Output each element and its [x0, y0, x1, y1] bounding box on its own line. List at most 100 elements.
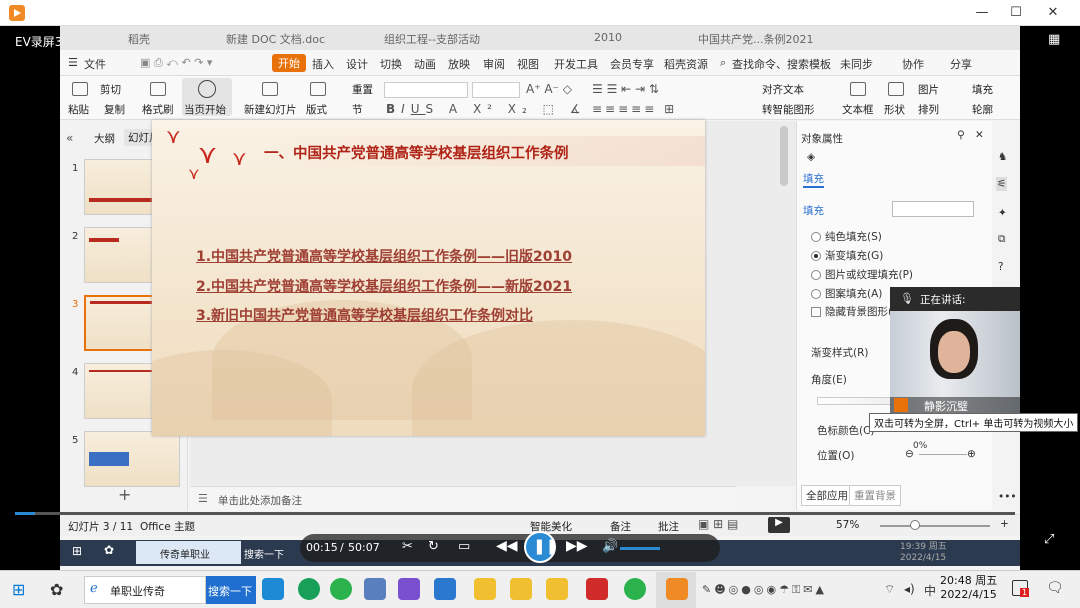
fill-option-solid[interactable]: 纯色填充(S) [811, 229, 882, 244]
tab-member[interactable]: 会员专享 [610, 56, 654, 72]
help-icon[interactable]: ? [998, 261, 1004, 273]
notes-area[interactable]: ☰ 单击此处添加备注 [190, 486, 736, 511]
notes-placeholder[interactable]: 单击此处添加备注 [218, 493, 302, 508]
doc-tab[interactable]: 新建 DOC 文档.doc [220, 29, 331, 49]
fill-dropdown[interactable] [892, 201, 974, 217]
doc-tab[interactable]: 2010 [588, 29, 628, 49]
notes-button[interactable]: 备注 [610, 519, 631, 534]
zoom-level[interactable]: 57% [836, 519, 859, 531]
tab-insert[interactable]: 插入 [312, 56, 334, 72]
minimize-button[interactable]: — [965, 3, 999, 23]
share-button[interactable]: 分享 [950, 56, 972, 72]
tab-outline[interactable]: 大纲 [94, 131, 115, 146]
tab-review[interactable]: 审阅 [483, 56, 505, 72]
maximize-button[interactable]: ☐ [999, 3, 1033, 23]
volume-icon[interactable]: 🔊 [602, 539, 618, 554]
reset-button[interactable]: 重置 [352, 82, 373, 97]
position-slider[interactable] [919, 454, 967, 455]
close-panel-icon[interactable]: ✕ [975, 129, 984, 141]
sync-status[interactable]: 未同步 [840, 56, 873, 72]
list-icons[interactable]: ☰ ☰ ⇤ ⇥ ⇅ [592, 82, 659, 96]
shape-button[interactable]: 形状 [884, 102, 905, 117]
fill-option-picture[interactable]: 图片或纹理填充(P) [811, 267, 913, 282]
fill-button[interactable]: 填充 [972, 82, 993, 97]
taskbar-icon[interactable] [298, 578, 320, 600]
fill-section-header[interactable]: 填充 [803, 203, 824, 218]
reset-background-button[interactable]: 重置背景 [849, 485, 901, 506]
current-slide[interactable]: ⋎ ⋎ ⋎ ⋎ 一、中国共产党普通高等学校基层组织工作条例 1.中国共产党普通高… [152, 120, 705, 436]
volume-slider[interactable] [620, 547, 660, 550]
fast-forward-button[interactable]: ▶▶ [566, 538, 588, 554]
textbox-button[interactable]: 文本框 [842, 102, 874, 117]
apply-all-button[interactable]: 全部应用 [801, 485, 853, 506]
smart-shape-button[interactable]: 转智能图形 [762, 102, 815, 117]
zoom-slider-thumb[interactable] [910, 520, 920, 530]
tab-view[interactable]: 视图 [517, 56, 539, 72]
comments-button[interactable]: 批注 [658, 519, 679, 534]
taskbar-clock[interactable]: 20:48 周五 2022/4/15 [940, 574, 997, 602]
speaker-icon[interactable]: ◂) [904, 582, 915, 596]
add-slide-icon[interactable]: + [118, 485, 131, 504]
vertical-scrollbar[interactable] [780, 126, 788, 186]
paste-button[interactable]: 粘贴 [68, 102, 89, 117]
app-launcher-icon[interactable]: ✿ [50, 580, 63, 599]
new-slide-button[interactable]: 新建幻灯片 [244, 102, 297, 117]
taskbar-icon[interactable] [262, 578, 284, 600]
properties-icon[interactable]: ⚟ [996, 177, 1008, 191]
section-button[interactable]: 节 [352, 102, 363, 117]
fill-option-pattern[interactable]: 图案填充(A) [811, 286, 882, 301]
tab-home[interactable]: 开始 [272, 54, 306, 72]
font-size-icons[interactable]: A⁺ A⁻ ◇ [526, 82, 572, 96]
screen-icon[interactable]: ▭ [458, 539, 470, 554]
copy-button[interactable]: 复制 [104, 102, 125, 117]
slideshow-button[interactable]: ▶ [768, 517, 790, 533]
collab-button[interactable]: 协作 [902, 56, 924, 72]
wechat-icon[interactable] [624, 578, 646, 600]
doc-tab[interactable]: 中国共产党...条例2021 [692, 29, 819, 49]
style-icon[interactable]: ♞ [998, 151, 1007, 163]
action-center-icon[interactable]: 🗨 [1046, 580, 1064, 596]
tab-developer[interactable]: 开发工具 [554, 56, 598, 72]
cut-button[interactable]: 剪切 [100, 82, 121, 97]
wifi-icon[interactable]: ⌔ [884, 582, 895, 597]
grid-toggle-icon[interactable]: ▦ [1048, 32, 1060, 47]
tab-design[interactable]: 设计 [346, 56, 368, 72]
start-icon[interactable]: ⊞ [12, 580, 25, 599]
pin-panel-icon[interactable]: ⚲ [957, 129, 965, 141]
folder-icon[interactable] [510, 578, 532, 600]
expand-icon[interactable]: ⤢ [1044, 532, 1054, 547]
tab-transition[interactable]: 切换 [380, 56, 402, 72]
align-text-button[interactable]: 对齐文本 [762, 82, 804, 97]
zoom-in-icon[interactable]: + [1000, 518, 1009, 530]
taskbar-search-button[interactable]: 搜索一下 [208, 583, 252, 599]
font-size-select[interactable] [472, 82, 520, 98]
quick-access-icons[interactable]: ▣ ⎙ ⤺ ↶ ↷ ▾ [140, 56, 212, 70]
taskbar-icon[interactable] [398, 578, 420, 600]
tab-file[interactable]: 文件 [84, 56, 106, 72]
view-mode-icons[interactable]: ▣ ⊞ ▤ [698, 517, 738, 531]
clip-icon[interactable]: ✂ [402, 539, 413, 554]
system-tray-icons[interactable]: ✎☻◎●◎◉☂⚿✉▲ [702, 583, 827, 597]
format-painter-button[interactable]: 格式刷 [142, 102, 174, 117]
collapse-panel-icon[interactable]: « [66, 131, 73, 145]
transition-icon[interactable]: ⧉ [998, 233, 1006, 246]
more-icon[interactable]: ••• [998, 491, 1017, 503]
fill-option-gradient[interactable]: 渐变填充(G) [811, 248, 883, 263]
text-format-icons[interactable]: BIUS A X² X₂ ⬚ ∡ [386, 102, 587, 116]
taskbar-icon[interactable] [364, 578, 386, 600]
tab-docer[interactable]: 稻壳资源 [664, 56, 708, 72]
layout-button[interactable]: 版式 [306, 102, 327, 117]
picture-button[interactable]: 图片 [918, 82, 939, 97]
video-progress-bar[interactable] [15, 512, 1015, 515]
slide-thumbnail[interactable] [84, 431, 180, 487]
folder-icon[interactable] [546, 578, 568, 600]
input-method[interactable]: 中 [924, 582, 936, 599]
zoom-slider[interactable] [880, 525, 990, 527]
animation-icon[interactable]: ✦ [998, 207, 1007, 219]
play-from-current-button[interactable]: 当页开始 [184, 102, 226, 117]
close-button[interactable]: ✕ [1036, 3, 1070, 23]
tab-fill[interactable]: 填充 [803, 171, 824, 188]
wps-icon[interactable] [586, 578, 608, 600]
taskbar-icon[interactable] [434, 578, 456, 600]
font-family-select[interactable] [384, 82, 468, 98]
